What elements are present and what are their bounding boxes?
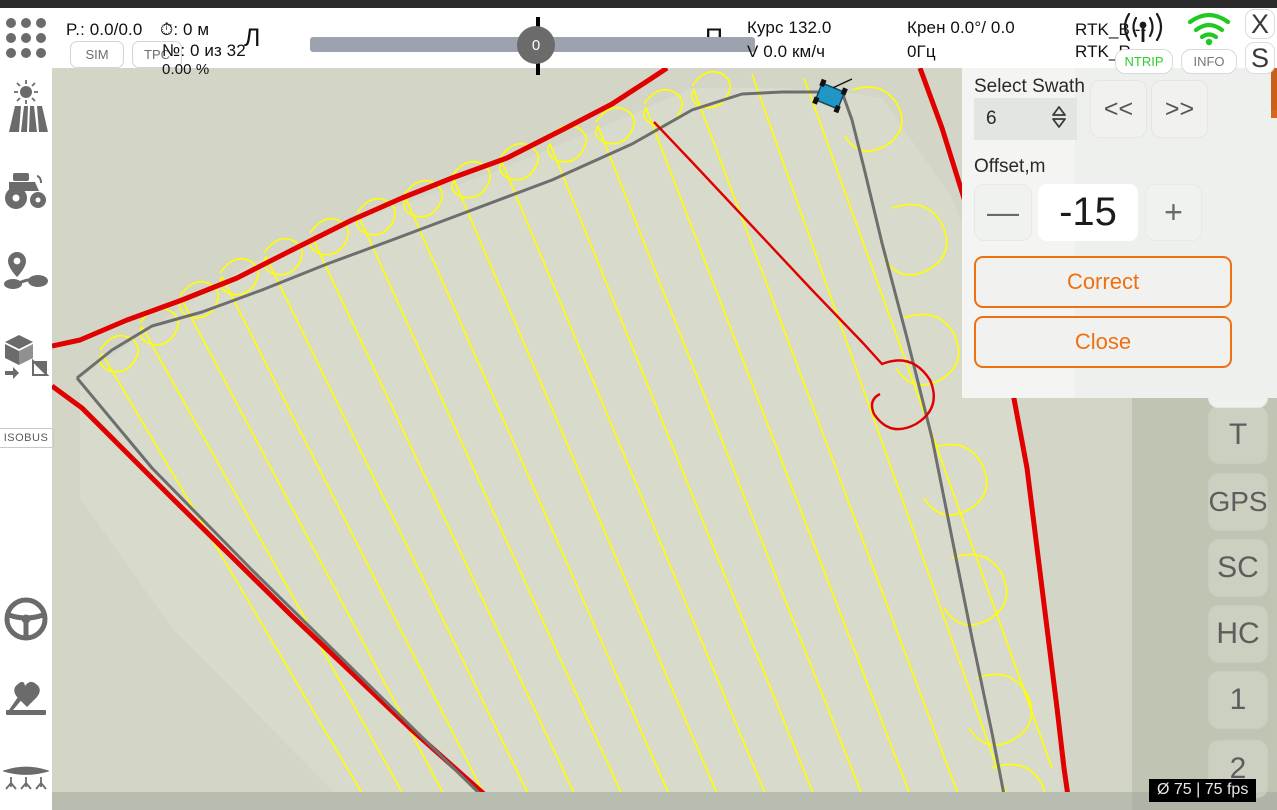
- apps-grid-icon: [6, 18, 46, 58]
- speed-readout: V 0.0 км/ч: [747, 42, 826, 61]
- roll-readout: Крен 0.0°/ 0.0: [907, 18, 1015, 37]
- sidebar-item-apps[interactable]: [0, 8, 52, 68]
- tractor-icon: [3, 169, 49, 211]
- offset-label: Offset,m: [974, 156, 1046, 177]
- boom-sprayer-icon: [3, 763, 49, 797]
- ntrip-status-button[interactable]: NTRIP: [1115, 49, 1173, 74]
- course-readout: Курс 132.0: [747, 18, 832, 37]
- ntrip-label: NTRIP: [1124, 54, 1164, 69]
- select-swath-panel: Select Swath 6 << >> Offset,m — -15 + Co…: [962, 68, 1277, 398]
- swath-number-spinner[interactable]: 6: [974, 98, 1077, 140]
- slider-knob[interactable]: 0: [517, 26, 555, 64]
- button-1-label: 1: [1229, 683, 1247, 716]
- sidebar-item-transfer[interactable]: [0, 320, 52, 392]
- button-1[interactable]: 1: [1208, 671, 1268, 729]
- left-sidebar: ISOBUS: [0, 8, 55, 810]
- status-header-bar: P.: 0.0/0.0 ⏱: 0 м SIM TPC №: 0 из 32 0.…: [52, 8, 1277, 78]
- select-swath-label: Select Swath: [974, 76, 1085, 97]
- correct-button[interactable]: Correct: [974, 256, 1232, 308]
- next-swath-button[interactable]: >>: [1151, 80, 1208, 138]
- percent-readout: 0.00 %: [162, 61, 210, 78]
- spinner-arrows-icon[interactable]: [1051, 104, 1077, 135]
- sim-button[interactable]: SIM: [70, 41, 124, 68]
- button-hc-label: HC: [1216, 617, 1260, 650]
- button-t[interactable]: T: [1208, 406, 1268, 464]
- sidebar-item-implement[interactable]: [0, 750, 52, 810]
- sidebar-item-navigation[interactable]: [0, 236, 52, 308]
- sidebar-item-autosteer[interactable]: [0, 588, 52, 650]
- field-sun-icon: [3, 80, 49, 132]
- button-sc[interactable]: SC: [1208, 539, 1268, 597]
- button-gps[interactable]: GPS: [1208, 473, 1268, 531]
- sidebar-item-vehicle[interactable]: [0, 154, 52, 226]
- right-edge-accent-strip-2: [1271, 68, 1277, 110]
- radio-signal-icon: [1120, 12, 1166, 51]
- frequency-readout: 0Гц: [907, 42, 936, 61]
- button-sc-label: SC: [1217, 551, 1259, 584]
- route-pin-icon: [3, 250, 49, 294]
- window-title-bar: [0, 0, 1277, 8]
- wifi-icon: [1187, 12, 1231, 51]
- offset-decrease-button[interactable]: —: [974, 184, 1032, 241]
- button-hc[interactable]: HC: [1208, 605, 1268, 663]
- button-t-label: T: [1228, 418, 1248, 451]
- pressure-readout: P.: 0.0/0.0: [66, 20, 143, 39]
- fps-badge: Ø 75 | 75 fps: [1149, 779, 1257, 802]
- close-panel-button[interactable]: Close: [974, 316, 1232, 368]
- swath-number-value: 6: [986, 108, 997, 129]
- previous-swath-button[interactable]: <<: [1090, 80, 1147, 138]
- sidebar-item-field[interactable]: [0, 70, 52, 142]
- close-window-button[interactable]: X: [1245, 9, 1275, 39]
- record-counter: №: 0 из 32: [162, 41, 246, 60]
- isobus-label: ISOBUS: [3, 432, 49, 444]
- info-button[interactable]: INFO: [1181, 49, 1237, 74]
- cross-track-slider[interactable]: 0: [310, 17, 755, 75]
- left-indicator-label: Л: [244, 24, 261, 52]
- map-bottom-band: [52, 792, 1277, 810]
- button-gps-label: GPS: [1208, 486, 1268, 517]
- soil-heart-icon: [4, 680, 48, 718]
- isobus-icon: ISOBUS: [0, 428, 55, 448]
- area-readout: ⏱: 0 м: [160, 20, 210, 39]
- sidebar-item-agronomy[interactable]: [0, 668, 52, 730]
- offset-increase-button[interactable]: +: [1145, 184, 1202, 241]
- guidance-app-window: ISOBUS P.: 0.0/0.0 ⏱: 0 м SIM TPC №: 0 и…: [0, 0, 1277, 810]
- box-transfer-icon: [3, 333, 49, 379]
- steering-wheel-icon: [4, 597, 48, 641]
- settings-button[interactable]: S: [1245, 42, 1275, 74]
- sidebar-item-isobus[interactable]: ISOBUS: [0, 412, 55, 464]
- offset-value-display[interactable]: -15: [1038, 184, 1138, 241]
